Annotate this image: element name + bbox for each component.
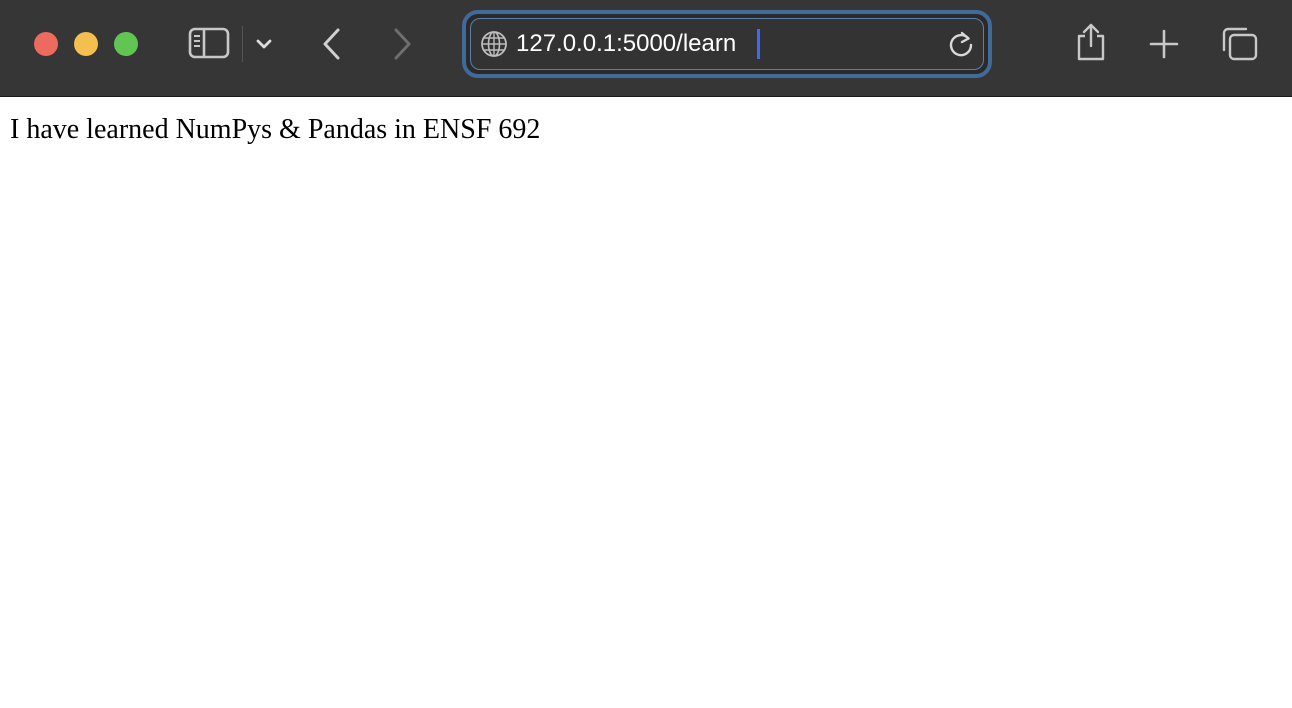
- share-icon[interactable]: [1074, 22, 1108, 62]
- reload-icon[interactable]: [946, 29, 976, 59]
- sidebar-icon[interactable]: [188, 26, 230, 60]
- forward-button[interactable]: [388, 26, 416, 62]
- tabs-overview-icon[interactable]: [1220, 26, 1260, 62]
- globe-icon: [481, 31, 507, 57]
- chevron-down-icon[interactable]: [254, 34, 274, 54]
- browser-toolbar: 127.0.0.1:5000/learn: [0, 0, 1292, 97]
- toolbar-divider: [242, 26, 243, 62]
- back-button[interactable]: [318, 26, 346, 62]
- window-maximize-button[interactable]: [114, 32, 138, 56]
- plus-icon[interactable]: [1148, 28, 1180, 60]
- text-caret: [757, 29, 760, 59]
- url-text[interactable]: 127.0.0.1:5000/learn: [516, 28, 736, 60]
- page-body-text: I have learned NumPys & Pandas in ENSF 6…: [10, 114, 541, 145]
- window-minimize-button[interactable]: [74, 32, 98, 56]
- window-close-button[interactable]: [34, 32, 58, 56]
